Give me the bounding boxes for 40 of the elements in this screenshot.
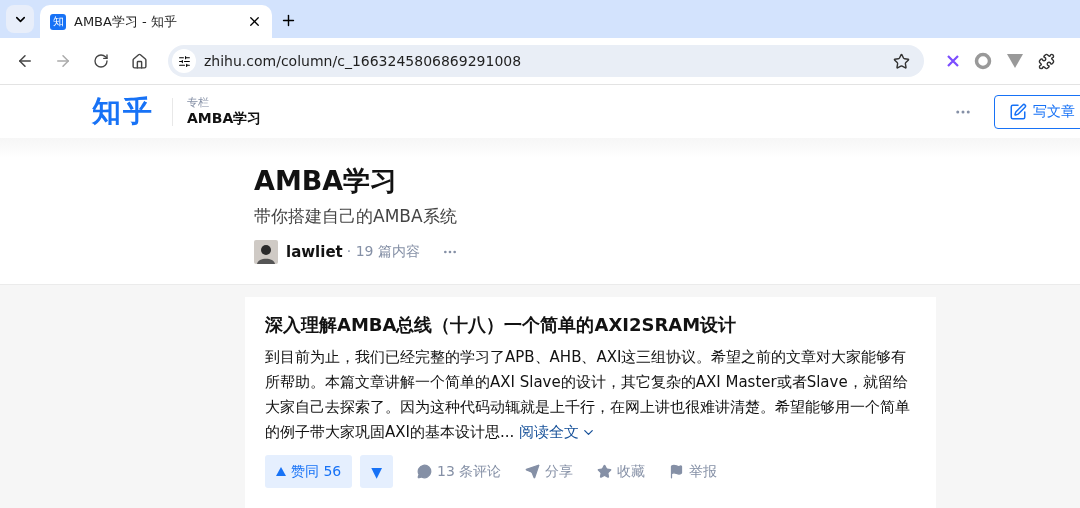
- browser-tab[interactable]: 知 AMBA学习 - 知乎: [40, 5, 272, 38]
- home-icon: [130, 52, 148, 70]
- article-excerpt: 到目前为止，我们已经完整的学习了APB、AHB、AXI这三组协议。希望之前的文章对大家能够有所帮助。本篇文章讲解一个简单的AXI Slave的设计，其它复杂的AXI Master或者Slave，就留给大家自己去探索了。因为这种代码动辄就是上千行，在网上讲也很难讲清楚。希望能够用一个简单的例子带大家巩固AXI的基本设计思... 阅读全文: [265, 345, 915, 445]
- address-bar[interactable]: zhihu.com/column/c_1663245806869291008: [168, 45, 924, 77]
- comment-button[interactable]: 13 条评论: [417, 462, 502, 481]
- section-title[interactable]: AMBA学习: [187, 110, 262, 128]
- ring-extension-icon[interactable]: [974, 52, 992, 70]
- share-icon: [525, 464, 541, 479]
- site-info-icon[interactable]: [172, 49, 196, 73]
- author-name[interactable]: lawliet: [286, 243, 343, 261]
- pen-square-icon: [1009, 102, 1027, 121]
- report-icon: [669, 464, 685, 479]
- comment-icon: [417, 464, 433, 479]
- favorite-icon: [597, 464, 613, 479]
- report-button[interactable]: 举报: [669, 462, 718, 481]
- extensions-icon[interactable]: [1038, 52, 1055, 70]
- x-extension-icon[interactable]: [946, 54, 960, 68]
- reload-icon: [93, 53, 109, 69]
- favicon: 知: [50, 13, 66, 30]
- tab-title: AMBA学习 - 知乎: [74, 12, 178, 31]
- article-title[interactable]: 深入理解AMBA总线（十八）一个简单的AXI2SRAM设计: [265, 313, 916, 337]
- downvote-button[interactable]: ▼: [360, 455, 394, 488]
- write-article-button[interactable]: 写文章: [994, 94, 1080, 129]
- zhihu-logo[interactable]: 知乎: [92, 91, 154, 132]
- share-button[interactable]: 分享: [525, 462, 574, 481]
- arrow-right-icon: [54, 52, 72, 70]
- column-description: 带你搭建自己的AMBA系统: [254, 205, 458, 228]
- read-more-link[interactable]: 阅读全文: [519, 420, 597, 445]
- avatar[interactable]: [254, 240, 278, 264]
- section-label: 专栏: [187, 95, 210, 110]
- close-icon[interactable]: [247, 14, 262, 29]
- url-text: zhihu.com/column/c_1663245806869291008: [204, 53, 523, 69]
- favorite-button[interactable]: 收藏: [597, 462, 646, 481]
- post-count: · 19 篇内容: [346, 243, 420, 261]
- up-triangle-icon: [276, 466, 286, 476]
- upvote-button[interactable]: 赞同 56: [265, 455, 353, 488]
- column-title: AMBA学习: [254, 164, 399, 198]
- bookmark-star-icon[interactable]: [893, 52, 910, 70]
- v-extension-icon[interactable]: [1006, 53, 1024, 69]
- tab-list-button[interactable]: [6, 5, 34, 33]
